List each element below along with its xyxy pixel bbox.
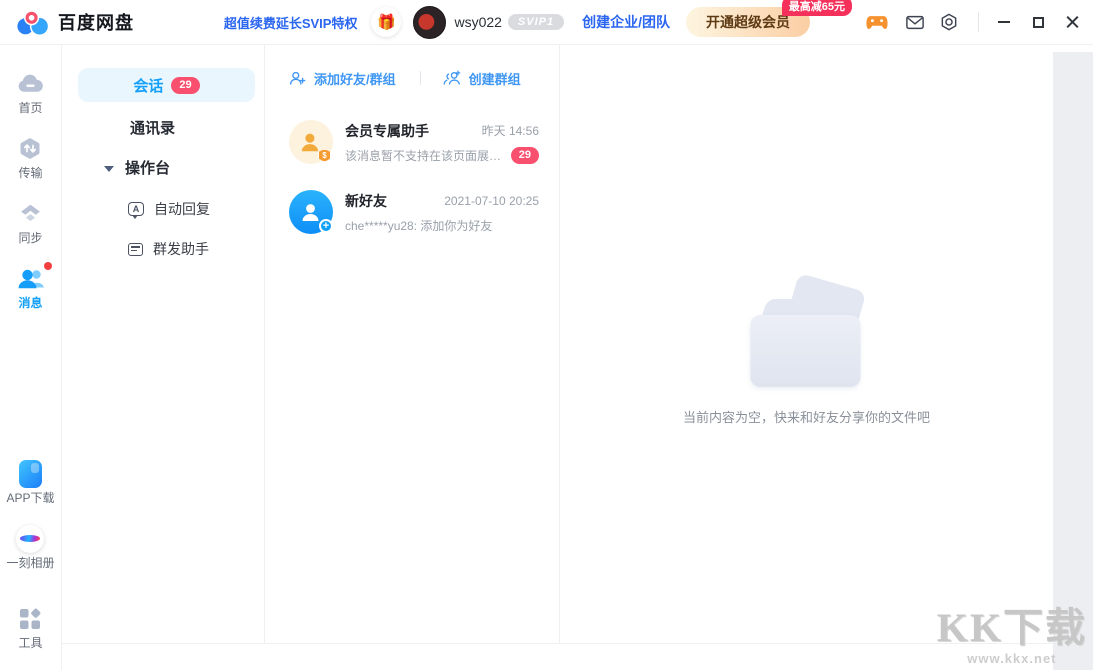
vip-assistant-avatar: $ bbox=[289, 120, 333, 164]
rail-item-transfer[interactable]: 传输 bbox=[18, 135, 42, 180]
chevron-down-icon bbox=[104, 166, 114, 172]
chat-time: 2021-07-10 20:25 bbox=[444, 194, 539, 208]
mail-icon[interactable] bbox=[906, 15, 924, 30]
left-rail: 首页 传输 同步 bbox=[0, 45, 62, 670]
chat-preview: che*****yu28: 添加你为好友 bbox=[345, 217, 492, 234]
rail-label: 首页 bbox=[18, 101, 42, 115]
create-group-label: 创建群组 bbox=[469, 69, 521, 88]
chat-actions: 添加好友/群组 创建群组 bbox=[289, 63, 539, 93]
person-icon bbox=[298, 129, 324, 155]
rail-item-album[interactable]: 一刻相册 bbox=[6, 525, 54, 570]
plus-badge-icon: + bbox=[319, 219, 333, 233]
empty-state-text: 当前内容为空，快来和好友分享你的文件吧 bbox=[683, 407, 930, 426]
upgrade-membership-button[interactable]: 开通超级会员 最高减65元 bbox=[686, 7, 810, 37]
baidu-netdisk-logo-icon bbox=[16, 8, 50, 37]
notification-dot bbox=[44, 262, 52, 270]
tab-console[interactable]: 操作台 bbox=[104, 159, 264, 179]
rail-item-sync[interactable]: 同步 bbox=[18, 200, 43, 245]
session-unread-badge: 29 bbox=[171, 77, 199, 94]
close-button[interactable] bbox=[1063, 13, 1081, 31]
phone-download-icon bbox=[19, 460, 42, 487]
auto-reply-icon: A bbox=[128, 202, 144, 216]
rail-item-home[interactable]: 首页 bbox=[17, 70, 44, 115]
rail-label: 传输 bbox=[18, 166, 42, 180]
tab-session[interactable]: 会话 29 bbox=[78, 68, 255, 102]
discount-badge: 最高减65元 bbox=[782, 0, 852, 16]
tools-grid-icon bbox=[19, 605, 41, 632]
rail-label: 工具 bbox=[18, 636, 42, 650]
group-plus-icon bbox=[443, 70, 461, 86]
bottom-strip bbox=[62, 643, 1093, 670]
rail-label: 同步 bbox=[18, 231, 42, 245]
chat-item-vip-assistant[interactable]: $ 会员专属助手 昨天 14:56 该消息暂不支持在该页面展示... 29 bbox=[289, 107, 539, 177]
rail-label: 一刻相册 bbox=[6, 556, 54, 570]
svip-renew-link[interactable]: 超值续费延长SVIP特权 bbox=[224, 13, 358, 32]
message-people-icon bbox=[17, 265, 45, 292]
username[interactable]: wsy022 bbox=[454, 14, 501, 30]
message-subnav: 会话 29 通讯录 操作台 A 自动回复 群发助手 bbox=[62, 45, 265, 643]
person-icon bbox=[299, 200, 323, 224]
minimize-button[interactable] bbox=[995, 13, 1013, 31]
upgrade-button-label: 开通超级会员 bbox=[706, 14, 790, 30]
new-friend-avatar: + bbox=[289, 190, 333, 234]
chat-time: 昨天 14:56 bbox=[482, 122, 539, 139]
person-plus-icon bbox=[289, 70, 306, 86]
content-columns: 会话 29 通讯录 操作台 A 自动回复 群发助手 bbox=[62, 45, 1093, 643]
console-label: 操作台 bbox=[125, 159, 170, 179]
add-friend-button[interactable]: 添加好友/群组 bbox=[289, 69, 396, 88]
album-lens-icon bbox=[16, 525, 44, 552]
chat-unread-badge: 29 bbox=[511, 147, 539, 164]
svip-level-badge: SVIP1 bbox=[508, 14, 564, 30]
app-title: 百度网盘 bbox=[58, 9, 134, 35]
session-label: 会话 bbox=[133, 75, 163, 96]
transfer-icon bbox=[18, 135, 42, 162]
tab-contacts[interactable]: 通讯录 bbox=[130, 119, 264, 138]
chat-preview: 该消息暂不支持在该页面展示... bbox=[345, 147, 511, 164]
maximize-button[interactable] bbox=[1029, 13, 1047, 31]
conversation-panel: 当前内容为空，快来和好友分享你的文件吧 bbox=[560, 45, 1093, 643]
right-panel-strip bbox=[1053, 52, 1093, 670]
auto-reply-label: 自动回复 bbox=[154, 199, 210, 219]
sync-icon bbox=[18, 200, 43, 227]
chat-title: 新好友 bbox=[345, 191, 387, 211]
chat-list-panel: 添加好友/群组 创建群组 bbox=[265, 45, 560, 643]
mass-send-label: 群发助手 bbox=[153, 239, 209, 259]
settings-gear-icon[interactable] bbox=[940, 13, 958, 31]
chat-item-new-friend[interactable]: + 新好友 2021-07-10 20:25 che*****yu28: 添加你… bbox=[289, 177, 539, 247]
app-body: 首页 传输 同步 bbox=[0, 45, 1093, 670]
chat-item-body: 新好友 2021-07-10 20:25 che*****yu28: 添加你为好… bbox=[345, 191, 539, 234]
rail-label: 消息 bbox=[18, 296, 42, 310]
subnav-item-mass-send[interactable]: 群发助手 bbox=[128, 239, 264, 259]
rail-label: APP下载 bbox=[6, 491, 54, 505]
chat-item-body: 会员专属助手 昨天 14:56 该消息暂不支持在该页面展示... 29 bbox=[345, 121, 539, 164]
chat-items: $ 会员专属助手 昨天 14:56 该消息暂不支持在该页面展示... 29 bbox=[289, 107, 539, 247]
empty-folder-icon bbox=[740, 283, 872, 387]
titlebar: 百度网盘 超值续费延长SVIP特权 🎁 wsy022 SVIP1 创建企业/团队… bbox=[0, 0, 1093, 45]
actions-divider bbox=[420, 71, 421, 85]
gamepad-icon[interactable] bbox=[866, 15, 888, 30]
chat-title: 会员专属助手 bbox=[345, 121, 429, 141]
add-friend-label: 添加好友/群组 bbox=[314, 69, 396, 88]
titlebar-divider bbox=[978, 12, 979, 32]
empty-state: 当前内容为空，快来和好友分享你的文件吧 bbox=[683, 283, 930, 426]
gift-icon[interactable]: 🎁 bbox=[371, 7, 401, 37]
create-team-link[interactable]: 创建企业/团队 bbox=[582, 12, 670, 32]
right-part: 会话 29 通讯录 操作台 A 自动回复 群发助手 bbox=[62, 45, 1093, 670]
subnav-item-auto-reply[interactable]: A 自动回复 bbox=[128, 199, 264, 219]
mass-send-icon bbox=[128, 243, 143, 256]
user-avatar[interactable] bbox=[413, 6, 446, 39]
rail-item-app-download[interactable]: APP下载 bbox=[6, 460, 54, 505]
app-window: 百度网盘 超值续费延长SVIP特权 🎁 wsy022 SVIP1 创建企业/团队… bbox=[0, 0, 1093, 670]
create-group-button[interactable]: 创建群组 bbox=[443, 69, 521, 88]
rail-item-tools[interactable]: 工具 bbox=[18, 605, 42, 650]
rail-item-messages[interactable]: 消息 bbox=[17, 265, 45, 310]
cloud-icon bbox=[17, 70, 44, 97]
